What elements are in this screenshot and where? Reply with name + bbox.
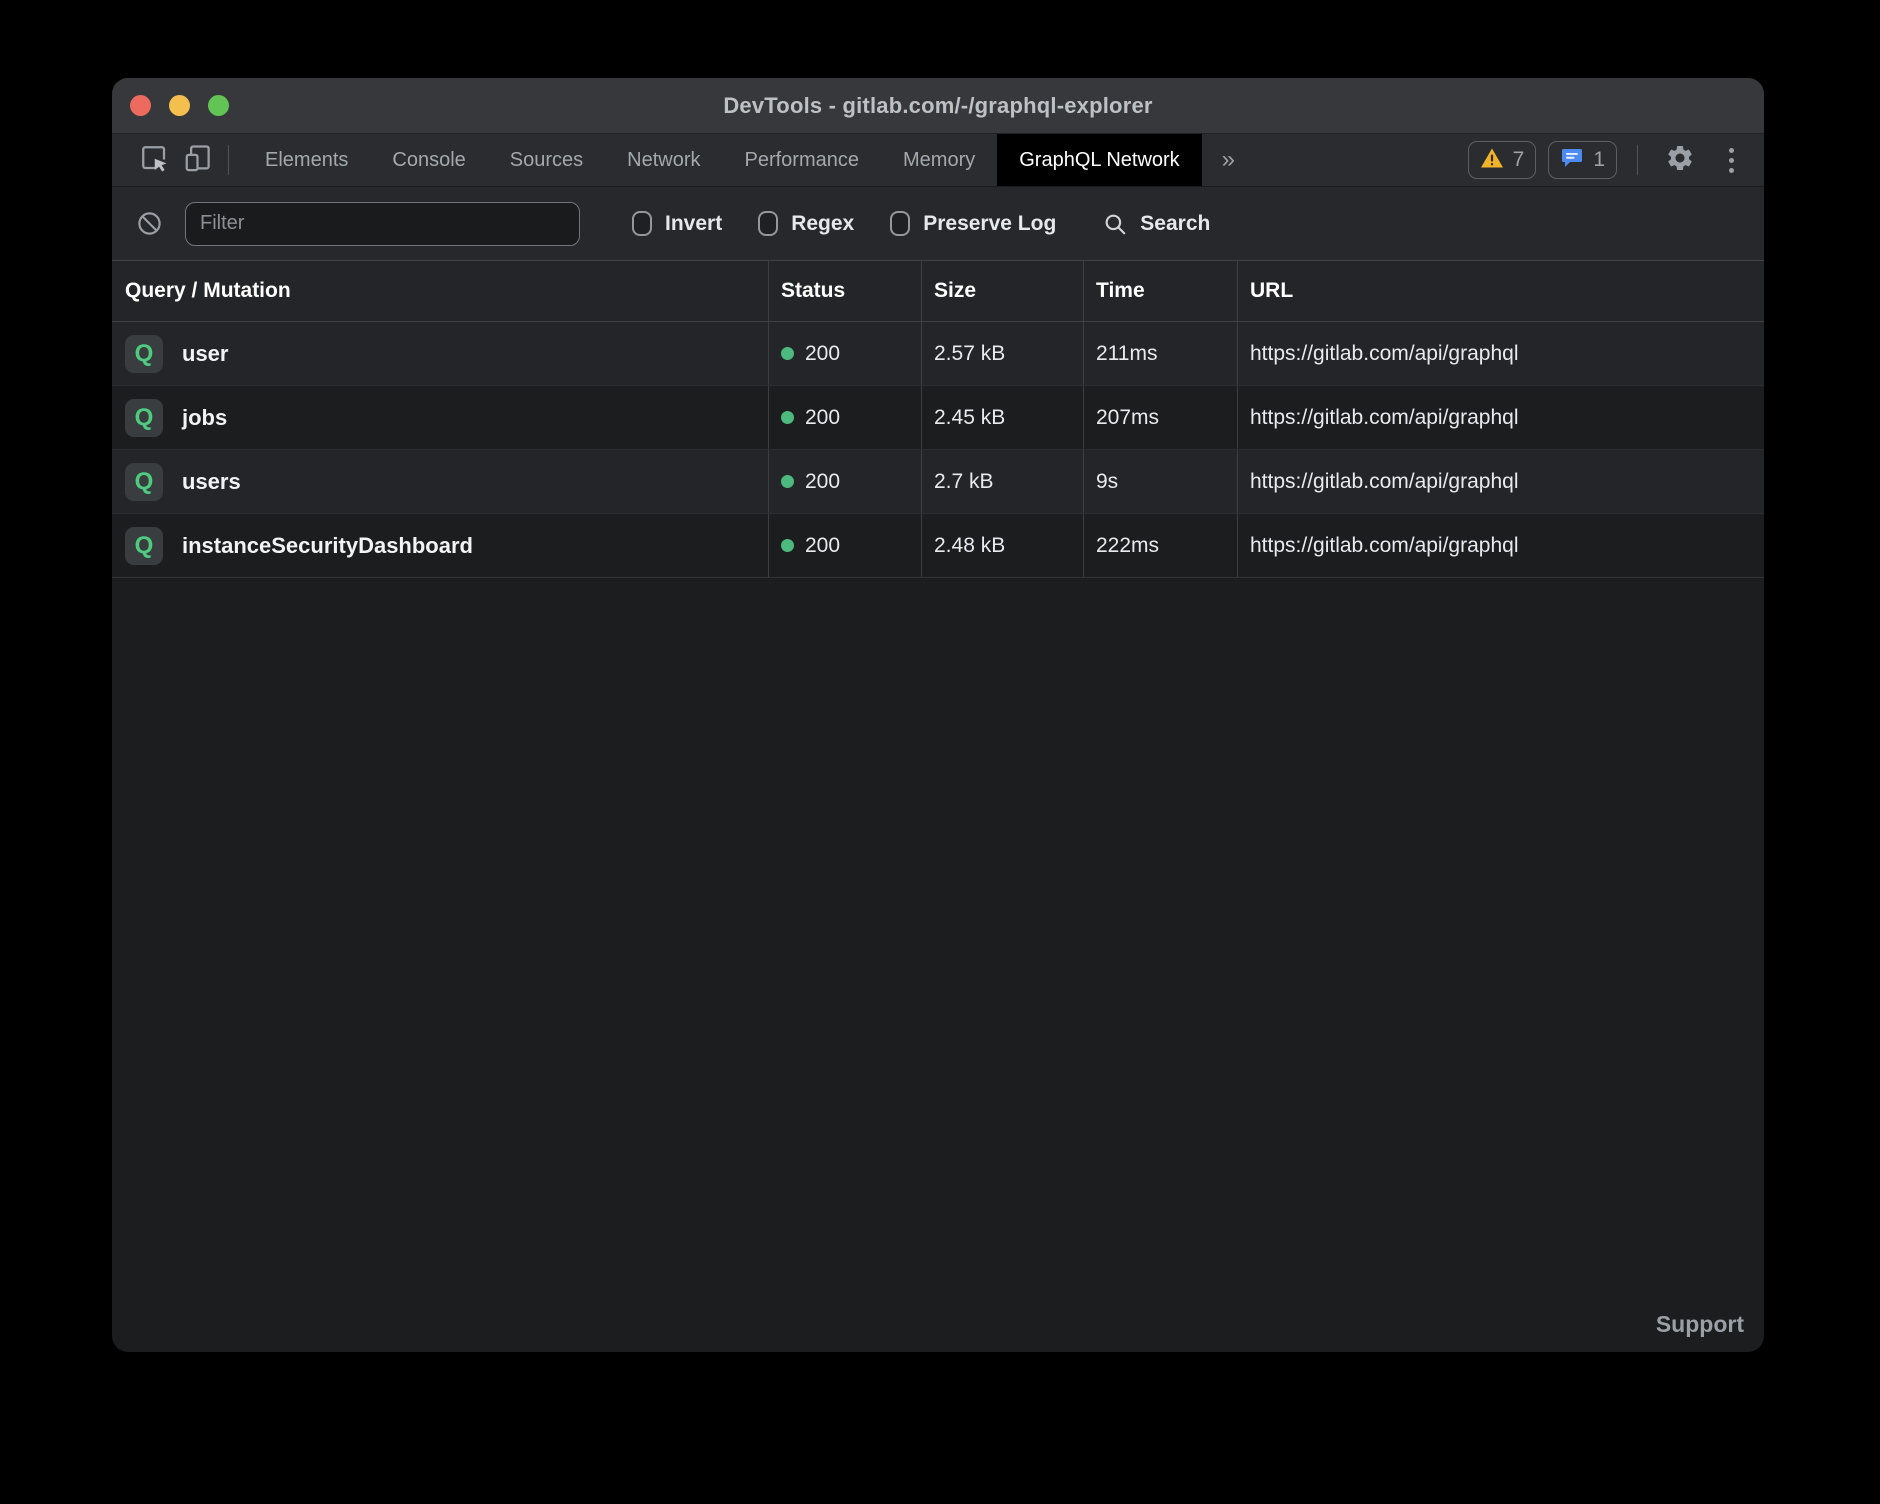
fullscreen-window-button[interactable] <box>208 95 229 116</box>
tab-elements[interactable]: Elements <box>243 134 370 186</box>
invert-checkbox[interactable] <box>632 211 652 236</box>
warning-count: 7 <box>1513 148 1525 172</box>
preserve-log-label: Preserve Log <box>923 212 1056 236</box>
request-time: 9s <box>1083 450 1237 513</box>
status-ok-dot <box>781 475 794 488</box>
devtools-window: DevTools - gitlab.com/-/graphql-explorer <box>112 78 1764 1352</box>
panel-tabs: Elements Console Sources Network Perform… <box>243 134 1255 186</box>
status-ok-dot <box>781 539 794 552</box>
settings-button[interactable] <box>1658 134 1702 186</box>
requests-table: Query / Mutation Status Size Time URL Q … <box>112 260 1764 578</box>
request-url: https://gitlab.com/api/graphql <box>1237 322 1764 385</box>
request-size: 2.7 kB <box>921 450 1083 513</box>
traffic-lights <box>130 78 229 133</box>
tabbar-left-tools <box>112 134 237 186</box>
table-row[interactable]: Q jobs 200 2.45 kB 207ms https://gitlab.… <box>112 386 1764 450</box>
regex-checkbox[interactable] <box>758 211 778 236</box>
table-row[interactable]: Q instanceSecurityDashboard 200 2.48 kB … <box>112 514 1764 578</box>
query-type-badge: Q <box>125 399 163 437</box>
minimize-window-button[interactable] <box>169 95 190 116</box>
status-code: 200 <box>805 470 840 494</box>
table-header-row: Query / Mutation Status Size Time URL <box>112 260 1764 322</box>
column-header-status[interactable]: Status <box>768 261 921 321</box>
column-header-url[interactable]: URL <box>1237 261 1764 321</box>
tab-graphql-network[interactable]: GraphQL Network <box>997 134 1201 186</box>
column-header-time[interactable]: Time <box>1083 261 1237 321</box>
request-size: 2.45 kB <box>921 386 1083 449</box>
query-type-badge: Q <box>125 527 163 565</box>
request-url: https://gitlab.com/api/graphql <box>1237 450 1764 513</box>
request-url: https://gitlab.com/api/graphql <box>1237 514 1764 577</box>
request-url: https://gitlab.com/api/graphql <box>1237 386 1764 449</box>
block-icon[interactable] <box>136 210 163 237</box>
screen-background: DevTools - gitlab.com/-/graphql-explorer <box>0 0 1880 1504</box>
status-ok-dot <box>781 411 794 424</box>
search-icon <box>1102 211 1128 237</box>
column-header-size[interactable]: Size <box>921 261 1083 321</box>
query-type-badge: Q <box>125 463 163 501</box>
device-toolbar-button[interactable] <box>176 134 220 186</box>
support-link[interactable]: Support <box>1656 1311 1744 1338</box>
invert-label: Invert <box>665 212 722 236</box>
gear-icon <box>1665 143 1695 178</box>
issue-count: 1 <box>1593 148 1605 172</box>
query-name: users <box>182 469 241 495</box>
warning-icon <box>1480 147 1504 174</box>
regex-checkbox-group[interactable]: Regex <box>758 211 854 236</box>
chevron-double-right-icon: » <box>1222 146 1235 174</box>
table-row[interactable]: Q user 200 2.57 kB 211ms https://gitlab.… <box>112 322 1764 386</box>
preserve-log-checkbox-group[interactable]: Preserve Log <box>890 211 1056 236</box>
query-name: instanceSecurityDashboard <box>182 533 473 559</box>
window-title: DevTools - gitlab.com/-/graphql-explorer <box>723 93 1152 119</box>
filter-input[interactable] <box>185 202 580 246</box>
request-size: 2.57 kB <box>921 322 1083 385</box>
tab-console[interactable]: Console <box>370 134 487 186</box>
message-icon <box>1560 146 1584 175</box>
status-code: 200 <box>805 406 840 430</box>
tab-memory[interactable]: Memory <box>881 134 997 186</box>
request-size: 2.48 kB <box>921 514 1083 577</box>
kebab-menu-icon <box>1729 148 1734 153</box>
tab-network[interactable]: Network <box>605 134 722 186</box>
window-titlebar: DevTools - gitlab.com/-/graphql-explorer <box>112 78 1764 133</box>
toolbar-divider <box>228 145 229 175</box>
request-time: 222ms <box>1083 514 1237 577</box>
invert-checkbox-group[interactable]: Invert <box>632 211 722 236</box>
network-filter-bar: Invert Regex Preserve Log Search <box>112 186 1764 260</box>
devtools-tabbar: Elements Console Sources Network Perform… <box>112 133 1764 186</box>
close-window-button[interactable] <box>130 95 151 116</box>
preserve-log-checkbox[interactable] <box>890 211 910 236</box>
tab-sources[interactable]: Sources <box>488 134 605 186</box>
device-toolbar-icon <box>183 143 213 178</box>
column-header-query-mutation[interactable]: Query / Mutation <box>112 261 768 321</box>
query-name: user <box>182 341 228 367</box>
more-options-button[interactable] <box>1714 142 1748 178</box>
table-row[interactable]: Q users 200 2.7 kB 9s https://gitlab.com… <box>112 450 1764 514</box>
regex-label: Regex <box>791 212 854 236</box>
tabbar-right-controls: 7 1 <box>1468 134 1764 186</box>
more-tabs-button[interactable]: » <box>1202 134 1255 186</box>
inspect-element-button[interactable] <box>132 134 176 186</box>
request-time: 207ms <box>1083 386 1237 449</box>
inspect-icon <box>139 143 169 178</box>
status-code: 200 <box>805 342 840 366</box>
search-label: Search <box>1140 212 1210 236</box>
right-controls-divider <box>1637 145 1638 175</box>
warnings-badge[interactable]: 7 <box>1468 141 1537 179</box>
query-name: jobs <box>182 405 227 431</box>
query-type-badge: Q <box>125 335 163 373</box>
status-ok-dot <box>781 347 794 360</box>
tab-performance[interactable]: Performance <box>723 134 882 186</box>
issues-badge[interactable]: 1 <box>1548 141 1617 179</box>
request-time: 211ms <box>1083 322 1237 385</box>
search-button[interactable]: Search <box>1102 211 1210 237</box>
status-code: 200 <box>805 534 840 558</box>
